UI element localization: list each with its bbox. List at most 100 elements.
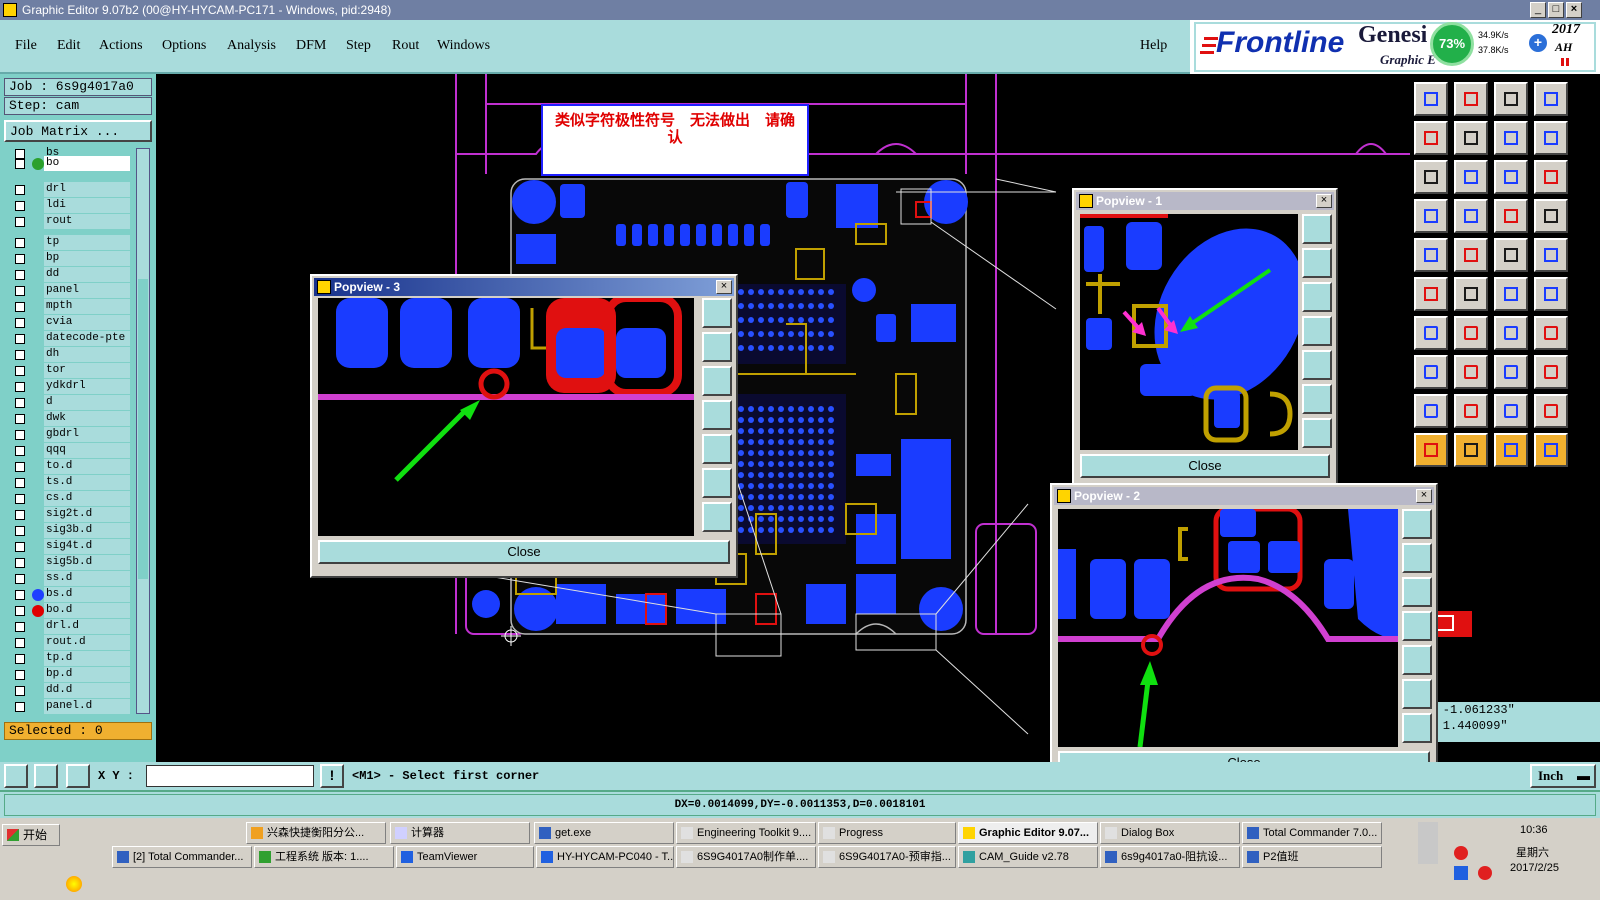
popview-2-close-icon[interactable]: × [1416,489,1432,503]
layer-row[interactable]: bp.d [12,667,130,682]
tool-button-29[interactable] [1414,355,1448,389]
layer-checkbox[interactable] [15,638,25,648]
tool-button-35[interactable] [1494,394,1528,428]
taskbar-button[interactable]: 6s9g4017a0-阻抗设... [1100,846,1240,868]
tool-button-3[interactable] [1494,82,1528,116]
layer-checkbox[interactable] [15,510,25,520]
taskbar-button[interactable]: 6S9G4017A0-预审指... [818,846,956,868]
layer-row[interactable]: rout.d [12,635,130,650]
layer-row[interactable]: qqq [12,443,130,458]
popview-1-tool-1[interactable] [1302,214,1332,244]
layer-row[interactable]: ydkdrl [12,379,130,394]
layer-row[interactable]: sig3b.d [12,523,130,538]
tray-app-icon[interactable] [1454,846,1468,860]
tool-button-9[interactable] [1414,160,1448,194]
quick-launch-icon[interactable] [66,876,82,892]
tool-button-25[interactable] [1414,316,1448,350]
taskbar-button[interactable]: P2值班 [1242,846,1382,868]
taskbar-button[interactable]: 工程系统 版本: 1.... [254,846,394,868]
job-matrix-button[interactable]: Job Matrix ... [4,120,152,142]
taskbar-button[interactable]: 计算器 [390,822,530,844]
popview-1-tool-7[interactable] [1302,418,1332,448]
taskbar-button[interactable]: Engineering Toolkit 9.... [676,822,816,844]
layer-checkbox[interactable] [15,185,25,195]
tool-button-10[interactable] [1454,160,1488,194]
popview-2-tool-1[interactable] [1402,509,1432,539]
layer-row[interactable]: panel [12,283,130,298]
layer-row[interactable]: tp.d [12,651,130,666]
menu-actions[interactable]: Actions [99,38,143,54]
menu-step[interactable]: Step [346,38,371,54]
layer-row[interactable]: bo [12,156,130,171]
layer-row[interactable]: drl [12,182,130,197]
layer-checkbox[interactable] [15,590,25,600]
popview-1-tool-4[interactable] [1302,316,1332,346]
menu-file[interactable]: File [15,38,37,54]
layer-row[interactable]: ts.d [12,475,130,490]
layer-checkbox[interactable] [15,686,25,696]
taskbar-button[interactable]: Progress [818,822,956,844]
layer-checkbox[interactable] [15,159,25,169]
tool-button-22[interactable] [1454,277,1488,311]
tool-button-23[interactable] [1494,277,1528,311]
layer-checkbox[interactable] [15,430,25,440]
layer-row[interactable]: sig2t.d [12,507,130,522]
layer-row[interactable]: drl.d [12,619,130,634]
taskbar-button[interactable]: HY-HYCAM-PC040 - T... [536,846,674,868]
popview-2-viewport[interactable] [1058,509,1398,747]
layer-checkbox[interactable] [15,334,25,344]
tray-input-icon[interactable] [1454,866,1468,880]
layer-checkbox[interactable] [15,654,25,664]
taskbar-button[interactable]: get.exe [534,822,674,844]
layer-row[interactable]: mpth [12,299,130,314]
menu-dfm[interactable]: DFM [296,38,326,54]
taskbar-button[interactable]: CAM_Guide v2.78 [958,846,1098,868]
taskbar-button[interactable]: Dialog Box [1100,822,1240,844]
tool-button-19[interactable] [1494,238,1528,272]
taskbar-button[interactable]: [2] Total Commander... [112,846,252,868]
layer-row[interactable]: dh [12,347,130,362]
popview-3-tool-1[interactable] [702,298,732,328]
menu-options[interactable]: Options [162,38,206,54]
layer-checkbox[interactable] [15,366,25,376]
layer-checkbox[interactable] [15,201,25,211]
tool-button-13[interactable] [1414,199,1448,233]
alert-icon[interactable]: ! [320,764,344,788]
layer-row[interactable]: panel.d [12,699,130,714]
layer-row[interactable]: ldi [12,198,130,213]
popview-1-tool-2[interactable] [1302,248,1332,278]
popview-3[interactable]: Popview - 3 × Close [310,274,738,578]
layer-checkbox[interactable] [15,622,25,632]
layer-checkbox[interactable] [15,270,25,280]
layer-checkbox[interactable] [15,398,25,408]
menu-help[interactable]: Help [1140,38,1167,54]
menu-windows[interactable]: Windows [437,38,490,54]
popview-1-tool-5[interactable] [1302,350,1332,380]
tool-button-33[interactable] [1414,394,1448,428]
taskbar-button[interactable]: 兴森快捷衡阳分公... [246,822,386,844]
layer-checkbox[interactable] [15,350,25,360]
layer-checkbox[interactable] [15,217,25,227]
layer-checkbox[interactable] [15,382,25,392]
tool-button-12[interactable] [1534,160,1568,194]
menu-analysis[interactable]: Analysis [227,38,276,54]
popview-2-titlebar[interactable]: Popview - 2 [1054,487,1434,505]
tool-button-1[interactable] [1414,82,1448,116]
unit-select[interactable]: Inch ▬ [1530,764,1596,788]
popview-2-tool-3[interactable] [1402,577,1432,607]
popview-3-tool-5[interactable] [702,434,732,464]
taskbar-button[interactable]: TeamViewer [396,846,534,868]
layer-checkbox[interactable] [15,670,25,680]
layer-checkbox[interactable] [15,526,25,536]
layer-row[interactable]: sig5b.d [12,555,130,570]
tool-button-14[interactable] [1454,199,1488,233]
tool-button-4[interactable] [1534,82,1568,116]
popview-3-tool-2[interactable] [702,332,732,362]
menu-edit[interactable]: Edit [57,38,80,54]
layer-checkbox[interactable] [15,606,25,616]
tray-scroll[interactable] [1418,822,1438,864]
taskbar-button[interactable]: 6S9G4017A0制作单.... [676,846,816,868]
measure-icon[interactable] [34,764,58,788]
layer-row[interactable]: dd [12,267,130,282]
layer-row[interactable]: cs.d [12,491,130,506]
